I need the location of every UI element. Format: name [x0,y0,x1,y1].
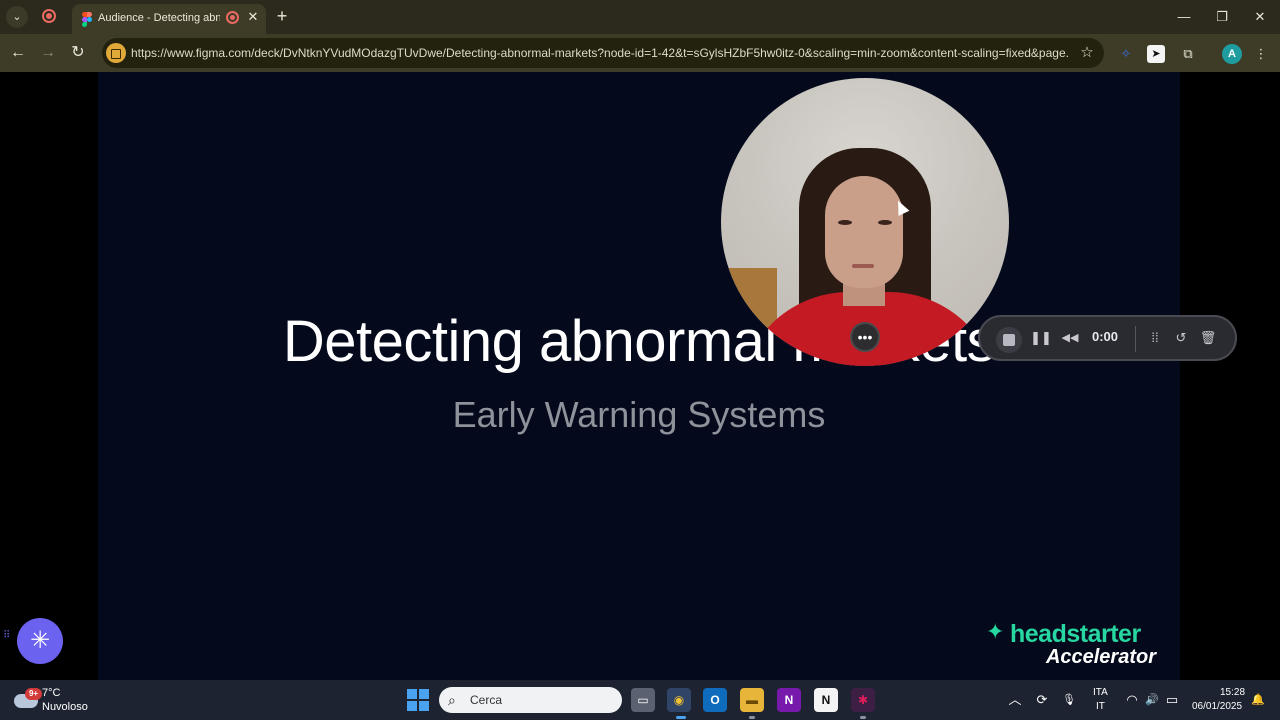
slack-icon[interactable]: ✱ [851,688,875,712]
file-explorer-icon[interactable]: ▬ [740,688,764,712]
url-text[interactable]: https://www.figma.com/deck/DvNtknYVudMOd… [131,46,1069,60]
weather-badge: 9+ [25,688,42,700]
forward-button[interactable]: → [37,42,59,64]
figma-icon [82,12,92,27]
language-line1[interactable]: ITA [1093,687,1108,698]
headstarter-logo: ✦ headstarter Accelerator [986,620,1160,670]
browser-toolbar: ← → ↻ https://www.figma.com/deck/DvNtknY… [0,34,1280,72]
tab-title: Audience - Detecting abnormal markets [98,12,220,24]
chrome-running-indicator [676,716,686,719]
controls-divider [1135,326,1136,352]
windows-taskbar: 9+ 7°C Nuvoloso ⌕ Cerca ▭ ◉ O ▬ N N ✱ ︿ … [0,680,1280,720]
back-button[interactable]: ← [7,42,29,64]
weather-cloud-icon[interactable]: 9+ [14,688,42,710]
search-placeholder: Cerca [470,693,503,707]
webcam-more-button[interactable]: ••• [850,322,880,352]
webcam-eye-left [838,220,852,225]
webcam-person-face [825,176,903,288]
logo-subtitle: Accelerator [1045,646,1156,668]
grid-icon[interactable]: ⁞⁞ [1144,327,1166,349]
pause-button[interactable]: ❚❚ [1030,327,1052,349]
webcam-eye-right [878,220,892,225]
extensions-puzzle-icon[interactable]: ⧉ [1178,44,1198,64]
clock-date[interactable]: 06/01/2025 [1192,701,1242,712]
language-line2[interactable]: IT [1096,701,1105,712]
minimize-button[interactable]: — [1173,6,1195,28]
windows-start-icon[interactable] [407,689,429,711]
logo-star-icon: ✦ [986,619,1005,644]
explorer-running-indicator [749,716,755,719]
tab-audience[interactable]: Audience - Detecting abnormal markets ✕ [72,4,266,34]
delete-icon[interactable]: 🗑 [1197,327,1219,349]
bookmark-star-icon[interactable]: ☆ [1077,43,1097,63]
restart-icon[interactable]: ↺ [1170,327,1192,349]
extension-send-icon[interactable]: ➤ [1147,45,1165,63]
notification-icon[interactable]: 🔔 [1248,690,1268,710]
notion-icon[interactable]: N [814,688,838,712]
tab-close-button[interactable]: ✕ [246,9,260,25]
sync-icon[interactable]: ⟳ [1032,690,1052,710]
webcam-bubble[interactable]: ••• [721,78,1009,366]
microphone-icon[interactable]: 🎙 [1059,690,1079,710]
taskbar-search[interactable]: ⌕ Cerca [439,687,622,713]
logo-wordmark: headstarter [1010,620,1141,648]
new-tab-button[interactable]: + [272,6,292,26]
browser-menu-icon[interactable]: ⋮ [1251,44,1271,64]
recording-indicator-icon[interactable] [42,9,56,23]
weather-description[interactable]: Nuvoloso [42,701,88,713]
reload-button[interactable]: ↻ [67,42,89,64]
tab-search-button[interactable]: ⌄ [6,6,28,28]
address-bar[interactable]: https://www.figma.com/deck/DvNtknYVudMOd… [102,38,1104,68]
drag-handle-icon[interactable]: ⠿ [3,631,13,648]
camera-permission-icon[interactable] [106,43,126,63]
tab-recording-icon [226,11,239,24]
search-icon: ⌕ [448,692,456,708]
recording-controls: ❚❚ ◀◀ 0:00 ⁞⁞ ↺ 🗑 [978,315,1237,361]
weather-temperature[interactable]: 7°C [42,687,60,699]
profile-avatar[interactable]: A [1222,44,1242,64]
volume-icon[interactable]: 🔊 [1142,690,1162,710]
page-viewport: Detecting abnormal markets Early Warning… [0,72,1280,680]
close-window-button[interactable]: ✕ [1249,6,1271,28]
rewind-button[interactable]: ◀◀ [1059,327,1081,349]
recording-timer: 0:00 [1092,329,1119,344]
restore-button[interactable]: ❐ [1211,6,1233,28]
webcam-mouth [852,264,874,268]
outlook-icon[interactable]: O [703,688,727,712]
stop-recording-button[interactable] [996,327,1022,353]
chrome-icon[interactable]: ◉ [667,688,691,712]
battery-icon[interactable]: ▭ [1162,690,1182,710]
task-view-icon[interactable]: ▭ [631,688,655,712]
presentation-slide[interactable]: Detecting abnormal markets Early Warning… [98,72,1180,680]
assistant-widget-button[interactable]: ✳ [17,618,63,664]
slack-running-indicator [860,716,866,719]
extension-bird-icon[interactable]: ✧ [1116,44,1136,64]
onenote-icon[interactable]: N [777,688,801,712]
clock-time[interactable]: 15:28 [1220,687,1245,698]
tray-chevron-icon[interactable]: ︿ [1005,690,1025,710]
slide-subtitle: Early Warning Systems [452,394,826,435]
wifi-icon[interactable]: ◠ [1122,690,1142,710]
browser-tab-strip: ⌄ Audience - Detecting abnormal markets … [0,0,1280,34]
